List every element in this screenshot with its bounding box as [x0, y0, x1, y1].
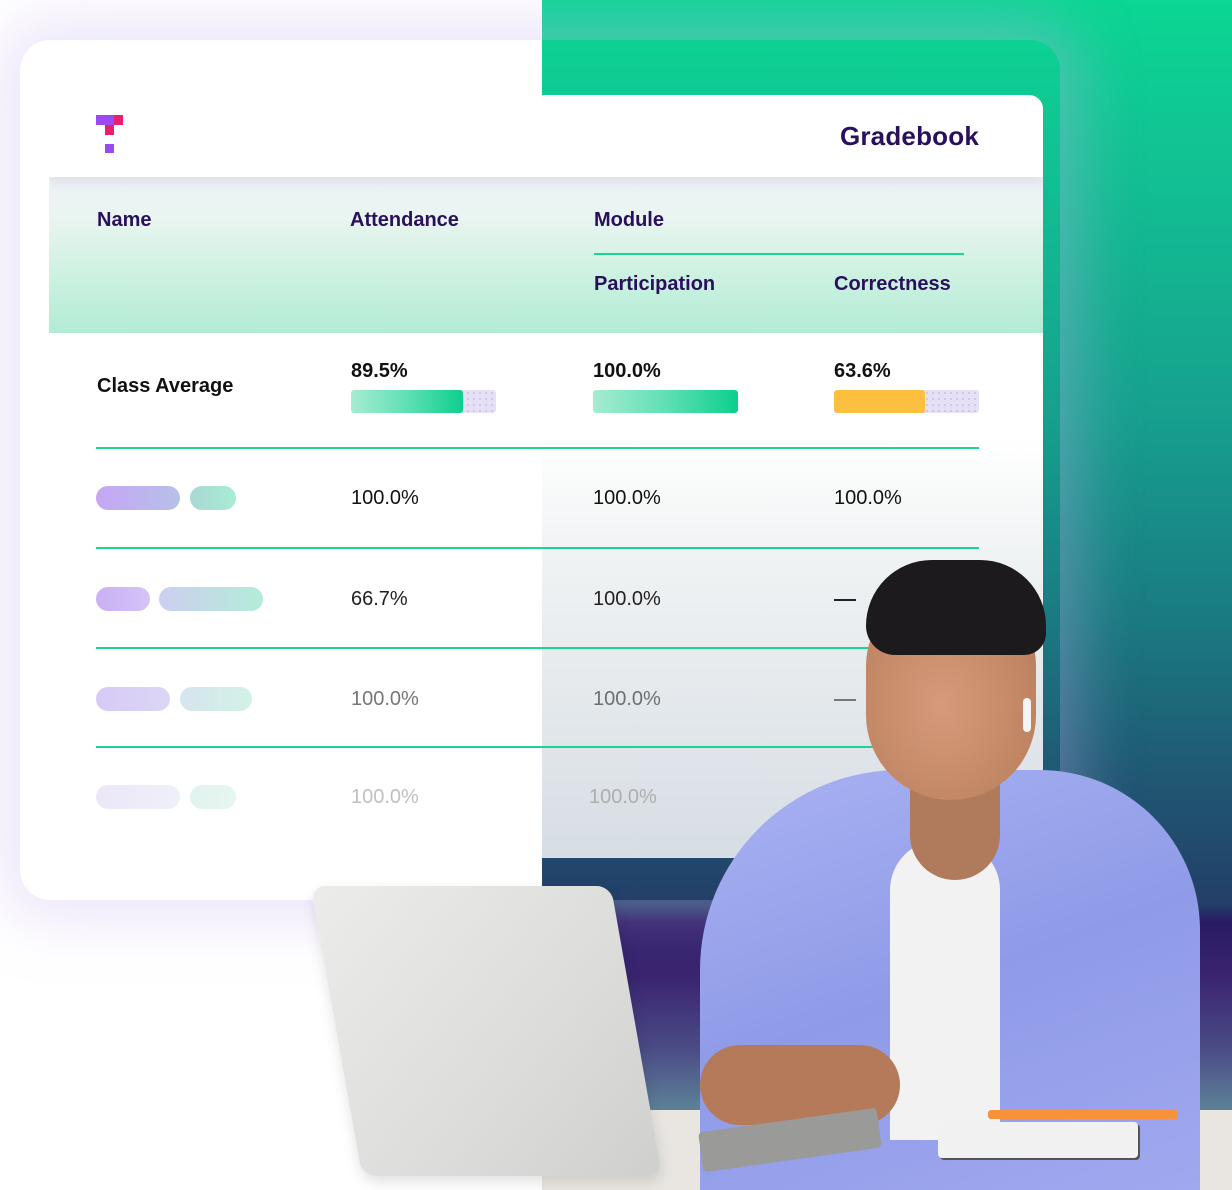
attendance-cell: 100.0% [351, 688, 419, 710]
column-header-attendance[interactable]: Attendance [350, 209, 459, 232]
correctness-average-value: 63.6% [834, 360, 891, 382]
correctness-progress-bar [834, 390, 979, 413]
student-surname-placeholder [190, 486, 236, 510]
student-surname-placeholder [159, 587, 263, 611]
attendance-progress-fill [351, 390, 463, 413]
participation-progress-bar [593, 390, 738, 413]
attendance-average-value: 89.5% [351, 360, 408, 382]
correctness-average: 63.6% [834, 360, 979, 413]
correctness-cell [830, 786, 852, 809]
empty-value-dash [834, 598, 856, 601]
empty-value-dash [830, 796, 852, 799]
row-divider [96, 647, 979, 649]
participation-cell: 100.0% [593, 588, 661, 610]
student-name-placeholder [96, 785, 180, 809]
column-group-module: Module [594, 209, 664, 231]
table-row[interactable]: 100.0% 100.0% 100.0% [49, 449, 1043, 547]
gradebook-card: Gradebook Name Attendance Module Partici… [49, 95, 1043, 858]
participation-cell: 100.0% [589, 786, 657, 808]
student-name-placeholder [96, 587, 150, 611]
student-name-placeholder [96, 687, 170, 711]
column-header-correctness[interactable]: Correctness [834, 273, 951, 296]
table-row[interactable]: 66.7% 100.0% [49, 550, 1043, 648]
attendance-average: 89.5% [351, 360, 496, 413]
attendance-cell: 100.0% [351, 487, 419, 509]
participation-cell: 100.0% [593, 487, 661, 509]
card-header: Gradebook [49, 95, 1043, 177]
participation-average: 100.0% [593, 360, 738, 413]
student-surname-placeholder [190, 785, 236, 809]
attendance-progress-bar [351, 390, 496, 413]
participation-cell: 100.0% [593, 688, 661, 710]
column-header-participation[interactable]: Participation [594, 273, 715, 296]
row-divider [96, 547, 979, 549]
column-header-name[interactable]: Name [97, 209, 151, 232]
attendance-cell: 100.0% [351, 786, 419, 808]
class-average-label: Class Average [97, 375, 234, 397]
empty-value-dash [834, 698, 856, 701]
correctness-cell: 100.0% [834, 487, 902, 509]
table-row[interactable]: 100.0% 100.0% [49, 650, 1043, 748]
page-title: Gradebook [839, 121, 979, 151]
correctness-progress-fill [834, 390, 926, 413]
participation-average-value: 100.0% [593, 360, 661, 382]
student-surname-placeholder [180, 687, 252, 711]
module-group-divider [594, 253, 964, 255]
student-name-placeholder [96, 486, 180, 510]
class-average-row: Class Average 89.5% 100.0% 63.6% [49, 333, 1043, 449]
correctness-cell [834, 588, 856, 611]
table-header: Name Attendance Module Participation Cor… [49, 177, 1043, 333]
attendance-cell: 66.7% [351, 588, 408, 610]
correctness-cell [834, 688, 856, 711]
logo-icon[interactable] [96, 115, 126, 155]
table-row[interactable]: 100.0% 100.0% [49, 748, 1043, 846]
participation-progress-fill [593, 390, 738, 413]
